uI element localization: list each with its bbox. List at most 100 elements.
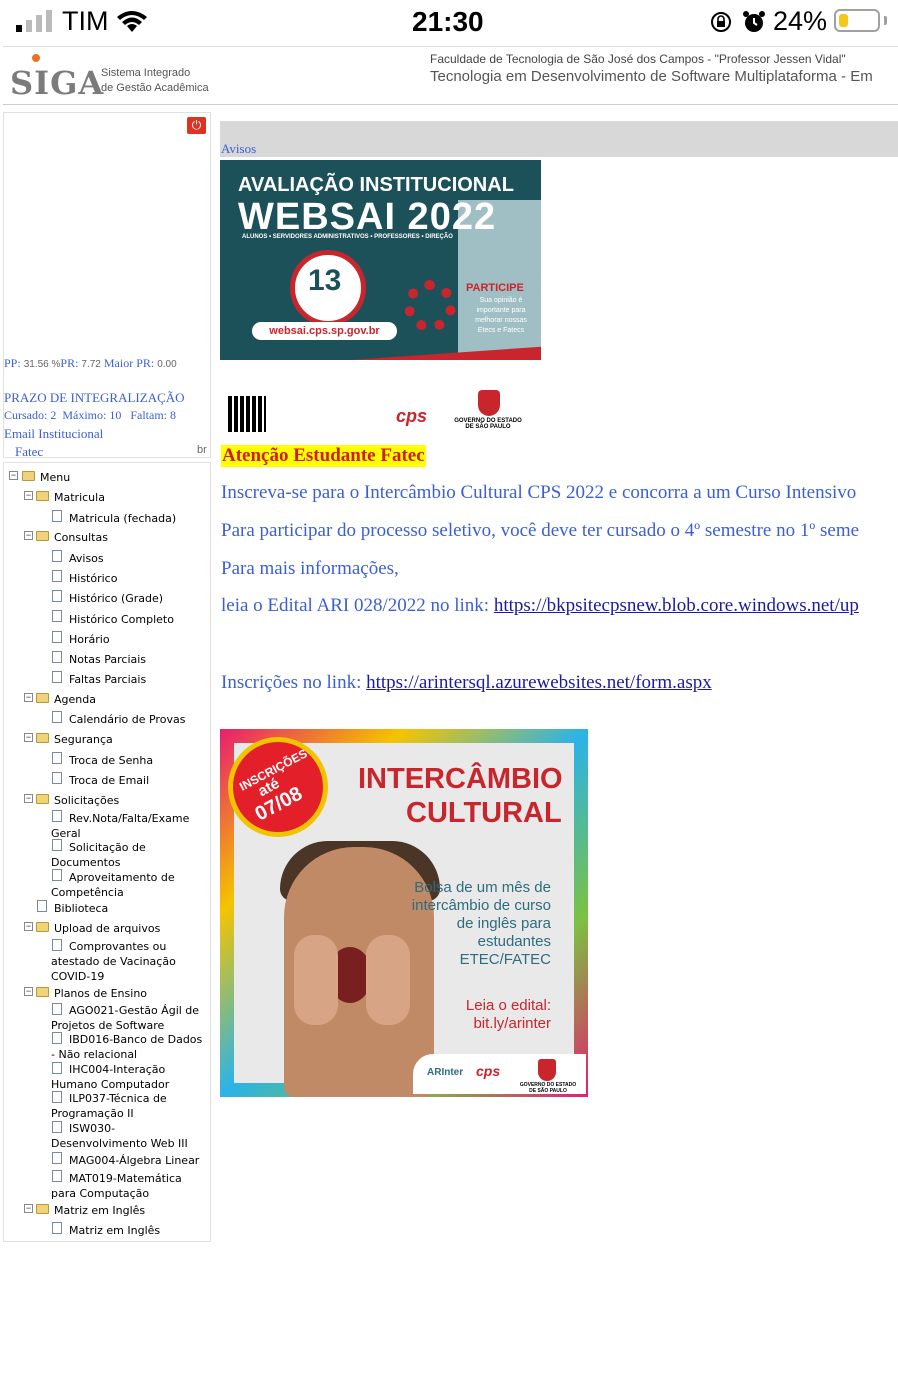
- page-icon: [52, 752, 62, 764]
- logout-power-icon[interactable]: ⏻: [187, 117, 206, 134]
- content-header-bar: [220, 121, 898, 157]
- cursado-label: Cursado:: [4, 408, 48, 422]
- menu-solicitacoes[interactable]: Solicitações: [54, 793, 119, 808]
- email-label: Email Institucional: [4, 426, 104, 441]
- collapse-icon[interactable]: −: [24, 733, 33, 742]
- logo-sub-line-2: de Gestão Acadêmica: [101, 82, 209, 94]
- participe-title: PARTICIPE: [466, 282, 524, 294]
- folder-icon: [36, 794, 49, 804]
- ihc004-line-1: IHC004-Interação: [69, 1063, 166, 1076]
- alarm-icon: [742, 10, 766, 34]
- sol-doc-line-2: Documentos: [51, 856, 121, 869]
- menu-troca-senha[interactable]: Troca de Senha: [69, 753, 153, 768]
- battery-tip: [884, 16, 887, 25]
- siga-logo[interactable]: SIGA: [10, 64, 104, 102]
- menu-historico-completo[interactable]: Histórico Completo: [69, 612, 174, 627]
- logo-sub-line-1: Sistema Integrado: [101, 67, 191, 79]
- ago021-line-1: AGO021-Gestão Ágil de: [69, 1004, 200, 1017]
- menu-mag004[interactable]: MAG004-Álgebra Linear: [69, 1153, 199, 1168]
- menu-comprovantes[interactable]: Comprovantes ou atestado de Vacinação CO…: [51, 939, 209, 984]
- websai-banner[interactable]: AVALIAÇÃO INSTITUCIONAL WEBSAI 2022 ALUN…: [220, 160, 541, 436]
- boy-hand-left: [294, 935, 338, 1025]
- folder-icon: [36, 491, 49, 501]
- menu-ilp037[interactable]: ILP037-Técnica de Programação II: [51, 1091, 209, 1121]
- paragraph-1: Inscreva-se para o Intercâmbio Cultural …: [221, 482, 857, 503]
- menu-avisos[interactable]: Avisos: [69, 551, 104, 566]
- menu-matriz-ingles[interactable]: Matriz em Inglês: [54, 1203, 145, 1218]
- banner2-text: Bolsa de um mês de intercâmbio de curso …: [411, 879, 551, 968]
- page-icon: [52, 711, 62, 723]
- avisos-link[interactable]: Avisos: [221, 141, 256, 157]
- aprov-line-1: Aproveitamento de: [69, 871, 175, 884]
- menu-ago021[interactable]: AGO021-Gestão Ágil de Projetos de Softwa…: [51, 1003, 209, 1033]
- comprov-line-1: Comprovantes ou: [69, 940, 167, 953]
- collapse-icon[interactable]: −: [24, 987, 33, 996]
- menu-troca-email[interactable]: Troca de Email: [69, 773, 149, 788]
- intercambio-banner[interactable]: INSCRIÇÕES até 07/08 INTERCÂMBIO CULTURA…: [220, 729, 588, 1097]
- pr-label: PR:: [60, 356, 79, 370]
- inscricoes-link[interactable]: https://arintersql.azurewebsites.net/for…: [366, 672, 712, 693]
- ago021-line-2: Projetos de Software: [51, 1019, 165, 1032]
- menu-historico[interactable]: Histórico: [69, 571, 117, 586]
- qr-code-icon: [228, 396, 266, 432]
- menu-matricula[interactable]: Matricula: [54, 490, 105, 505]
- menu-agenda[interactable]: Agenda: [54, 692, 96, 707]
- menu-faltas-parciais[interactable]: Faltas Parciais: [69, 672, 146, 687]
- folder-icon: [36, 987, 49, 997]
- menu-ibd016[interactable]: IBD016-Banco de Dados - Não relacional: [51, 1032, 209, 1062]
- menu-consultas[interactable]: Consultas: [54, 530, 108, 545]
- collapse-icon[interactable]: −: [24, 1204, 33, 1213]
- menu-planos[interactable]: Planos de Ensino: [54, 986, 147, 1001]
- menu-upload[interactable]: Upload de arquivos: [54, 921, 160, 936]
- edital-link[interactable]: https://bkpsitecpsnew.blob.core.windows.…: [494, 595, 859, 616]
- menu-root[interactable]: Menu: [40, 470, 70, 485]
- page-icon: [52, 631, 62, 643]
- menu-seguranca[interactable]: Segurança: [54, 732, 113, 747]
- sp-crest-icon: [538, 1059, 556, 1081]
- menu-historico-grade[interactable]: Histórico (Grade): [69, 591, 163, 606]
- menu-matricula-fechada[interactable]: Matricula (fechada): [69, 511, 176, 526]
- menu-aproveitamento[interactable]: Aproveitamento de Competência: [51, 870, 209, 900]
- menu-mat019[interactable]: MAT019-Matemática para Computação: [51, 1171, 209, 1201]
- menu-notas-parciais[interactable]: Notas Parciais: [69, 652, 146, 667]
- folder-icon: [36, 922, 49, 932]
- menu-rev-nota[interactable]: Rev.Nota/Falta/Exame Geral: [51, 811, 209, 841]
- collapse-icon[interactable]: −: [24, 491, 33, 500]
- collapse-icon[interactable]: −: [24, 922, 33, 931]
- banner2-title-1: INTERCÂMBIO: [358, 763, 563, 795]
- menu-matriz-ingles-item[interactable]: Matriz em Inglês: [69, 1223, 160, 1238]
- rev-nota-line-1: Rev.Nota/Falta/Exame: [69, 812, 190, 825]
- ihc004-line-2: Humano Computador: [51, 1078, 170, 1091]
- menu-ihc004[interactable]: IHC004-Interação Humano Computador: [51, 1062, 209, 1092]
- menu-calendario[interactable]: Calendário de Provas: [69, 712, 185, 727]
- page-icon: [52, 772, 62, 784]
- battery-fill: [839, 14, 848, 27]
- collapse-icon[interactable]: −: [24, 794, 33, 803]
- wifi-icon: [116, 10, 148, 34]
- pp-label: PP:: [4, 356, 21, 370]
- email-domain: br: [197, 444, 207, 456]
- menu-solicitacao-documentos[interactable]: Solicitação de Documentos: [51, 840, 209, 870]
- student-stats: PP: 31.56 %PR: 7.72 Maior PR: 0.00: [4, 356, 177, 371]
- ibd016-line-1: IBD016-Banco de Dados: [69, 1033, 203, 1046]
- carrier-name: TIM: [62, 6, 109, 36]
- menu-biblioteca[interactable]: Biblioteca: [54, 901, 108, 916]
- isw030-line-1: ISW030-: [69, 1122, 116, 1135]
- collapse-icon[interactable]: −: [24, 531, 33, 540]
- page-icon: [52, 550, 62, 562]
- paragraph-3: Para mais informações,: [221, 558, 399, 579]
- gear-icon: [404, 280, 456, 332]
- cps-logo: cps: [476, 1063, 501, 1079]
- mat019-line-2: para Computação: [51, 1187, 150, 1200]
- paragraph-4: leia o Edital ARI 028/2022 no link: http…: [221, 595, 859, 617]
- banner-line-1: AVALIAÇÃO INSTITUCIONAL: [238, 174, 514, 196]
- menu-horario[interactable]: Horário: [69, 632, 110, 647]
- comprov-line-2: atestado de Vacinação: [51, 955, 176, 968]
- rev-nota-line-2: Geral: [51, 827, 81, 840]
- faltam-label: Faltam:: [130, 408, 168, 422]
- collapse-icon[interactable]: −: [9, 471, 18, 480]
- collapse-icon[interactable]: −: [24, 693, 33, 702]
- menu-isw030[interactable]: ISW030- Desenvolvimento Web III: [51, 1121, 209, 1151]
- sp-crest-icon: [478, 390, 500, 416]
- gov-sp-logo: GOVERNO DO ESTADO DE SÃO PAULO: [454, 418, 522, 430]
